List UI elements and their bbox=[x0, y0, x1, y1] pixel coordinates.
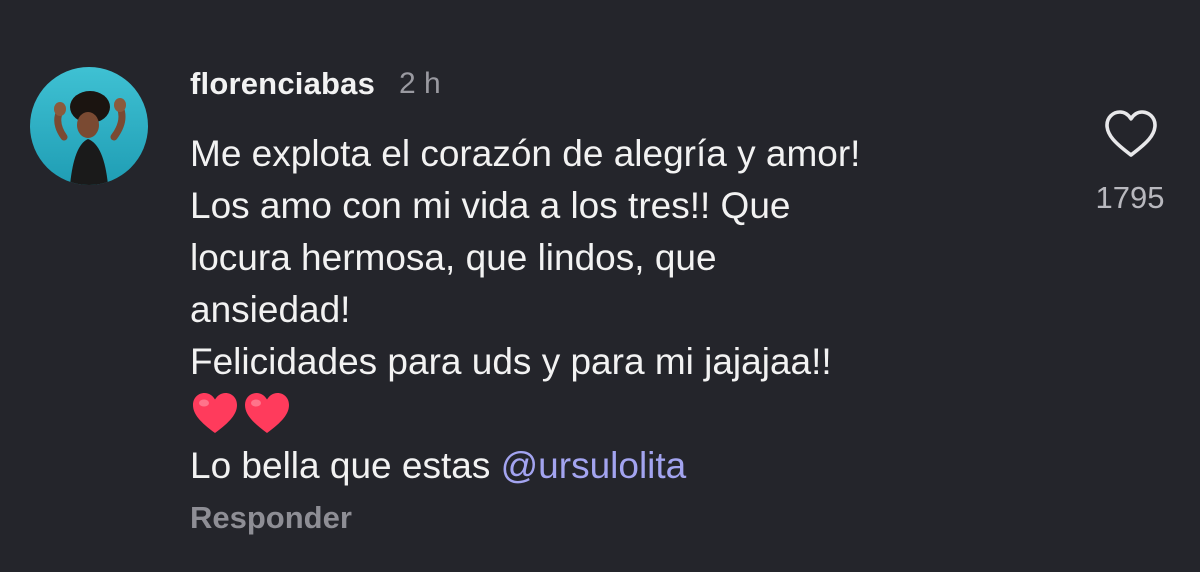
emoji-line bbox=[190, 388, 1070, 440]
comment-line: Lo bella que estas @ursulolita bbox=[190, 440, 1070, 492]
timestamp: 2 h bbox=[399, 67, 441, 100]
red-heart-emoji-icon bbox=[242, 389, 292, 439]
avatar[interactable] bbox=[30, 67, 148, 185]
heart-outline-icon[interactable] bbox=[1103, 108, 1159, 160]
comment-line: locura hermosa, que lindos, que bbox=[190, 237, 717, 278]
mention-link[interactable]: @ursulolita bbox=[501, 445, 687, 486]
comment-line: Felicidades para uds y para mi jajajaa!! bbox=[190, 341, 832, 382]
reply-button[interactable]: Responder bbox=[190, 500, 352, 536]
comment-line: Me explota el corazón de alegría y amor! bbox=[190, 133, 861, 174]
username[interactable]: florenciabas bbox=[190, 66, 375, 102]
comment: florenciabas 2 h Me explota el corazón d… bbox=[0, 0, 1200, 572]
closing-text: Lo bella que estas bbox=[190, 445, 501, 486]
comment-meta: florenciabas 2 h bbox=[190, 62, 441, 106]
comment-line: ansiedad! bbox=[190, 289, 351, 330]
comment-body: Me explota el corazón de alegría y amor!… bbox=[190, 128, 1070, 492]
comment-line: Los amo con mi vida a los tres!! Que bbox=[190, 185, 791, 226]
red-heart-emoji-icon bbox=[190, 389, 240, 439]
avatar-image bbox=[30, 67, 148, 185]
like-count: 1795 bbox=[1095, 180, 1165, 215]
